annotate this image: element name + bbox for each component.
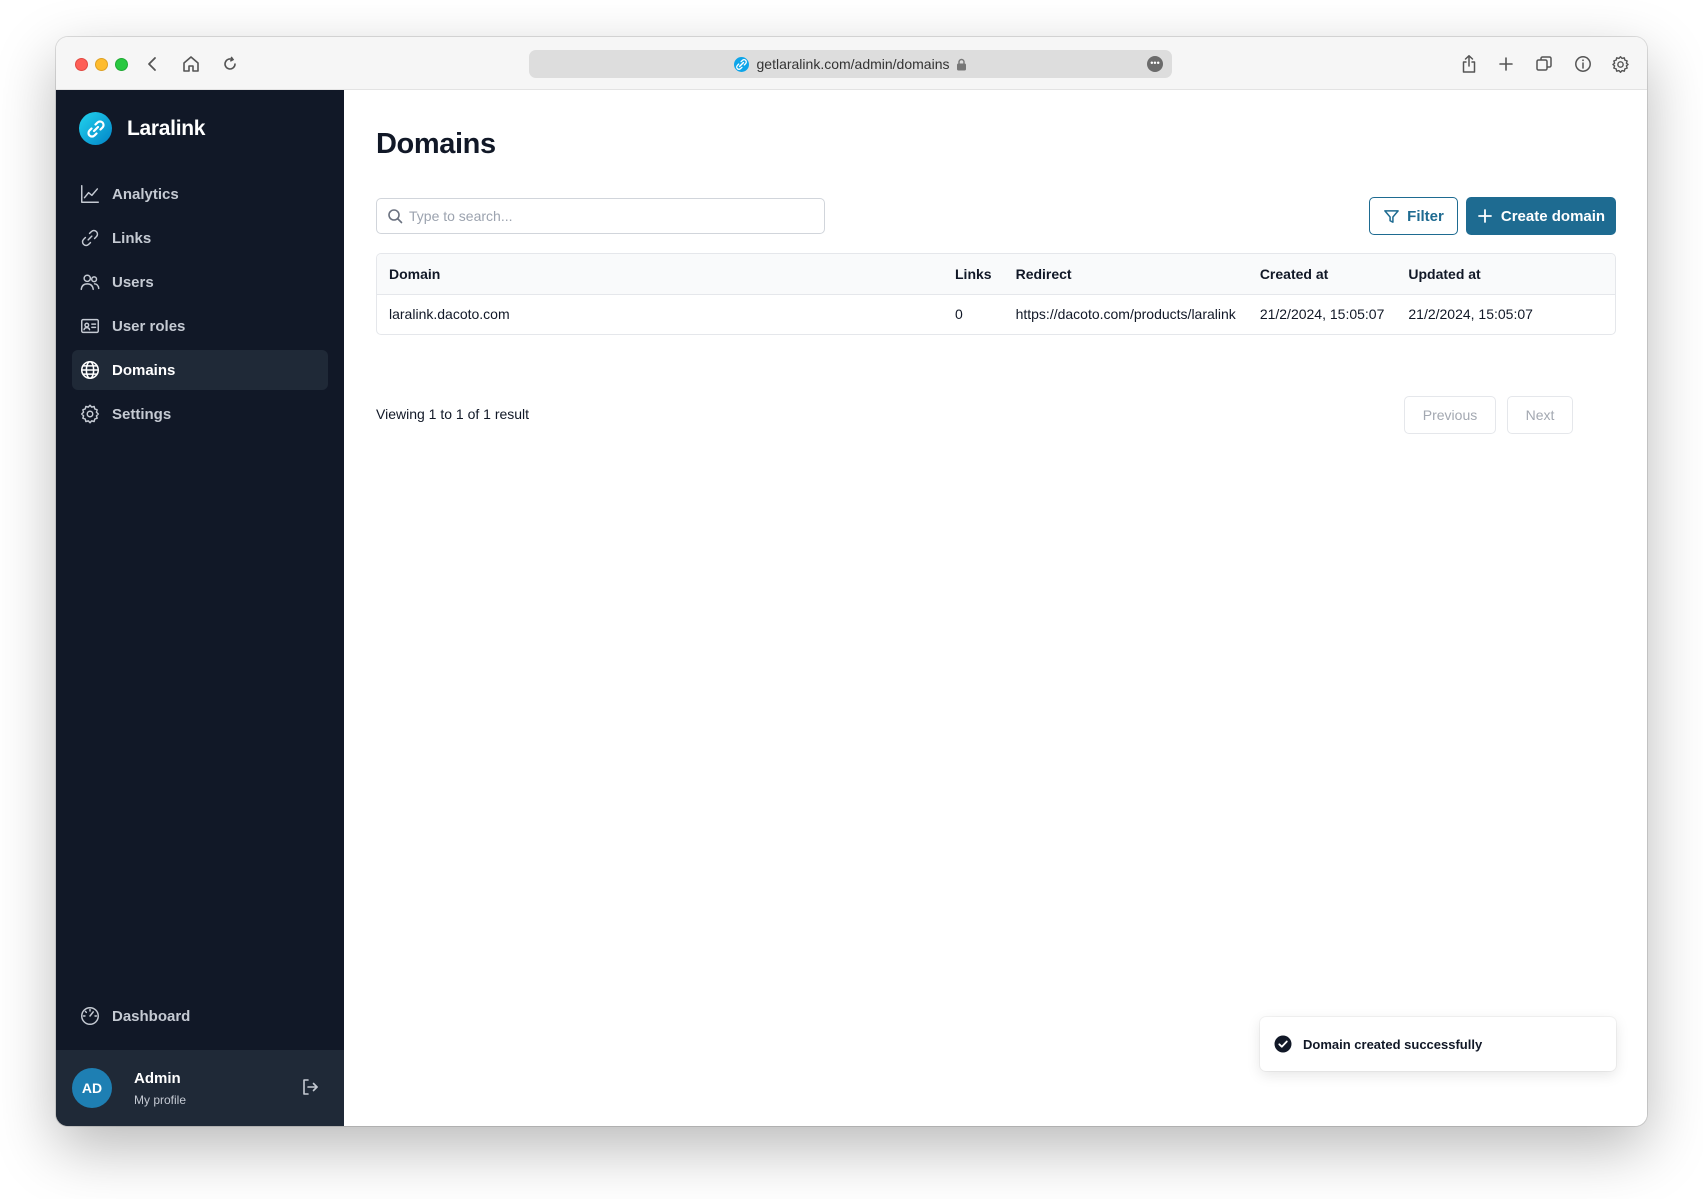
logout-icon[interactable] <box>300 1077 320 1097</box>
sidebar-item-label: Dashboard <box>112 1007 191 1025</box>
cell-redirect: https://dacoto.com/products/laralink <box>1015 306 1236 323</box>
share-icon[interactable] <box>1456 51 1482 77</box>
home-icon[interactable] <box>178 51 204 77</box>
info-icon[interactable] <box>1570 51 1596 77</box>
sidebar-item-label: Analytics <box>112 185 179 203</box>
previous-page-button[interactable]: Previous <box>1404 396 1496 434</box>
cell-updated-at: 21/2/2024, 15:05:07 <box>1408 306 1533 323</box>
sidebar: Laralink Analytics Links Users User role… <box>56 90 344 1126</box>
column-header-redirect[interactable]: Redirect <box>1004 254 1248 294</box>
page-title: Domains <box>376 128 496 160</box>
avatar: AD <box>72 1068 112 1108</box>
main-content: Domains Filter Create domain Domain Link… <box>344 90 1647 1126</box>
pagination-summary: Viewing 1 to 1 of 1 result <box>376 406 530 422</box>
lock-icon <box>957 58 967 70</box>
reload-icon[interactable] <box>217 51 243 77</box>
users-icon <box>80 274 100 291</box>
laralink-logo-icon <box>79 112 112 145</box>
toast-message: Domain created successfully <box>1303 1036 1483 1052</box>
search-input[interactable] <box>409 208 809 224</box>
sidebar-item-label: User roles <box>112 317 186 335</box>
next-page-button[interactable]: Next <box>1507 396 1573 434</box>
brand[interactable]: Laralink <box>79 112 205 145</box>
user-profile[interactable]: AD Admin My profile <box>56 1050 344 1126</box>
site-favicon-icon <box>733 56 749 72</box>
brand-name: Laralink <box>127 116 206 140</box>
sidebar-item-settings[interactable]: Settings <box>72 394 328 434</box>
sidebar-item-label: Settings <box>112 405 172 423</box>
browser-toolbar: getlaralink.com/admin/domains ••• <box>56 37 1647 90</box>
sidebar-item-label: Links <box>112 229 152 247</box>
new-tab-icon[interactable] <box>1493 51 1519 77</box>
cell-links: 0 <box>955 306 963 323</box>
chart-icon <box>81 185 99 203</box>
sidebar-item-label: Users <box>112 273 154 291</box>
sidebar-item-dashboard[interactable]: Dashboard <box>72 996 328 1036</box>
minimize-window-button[interactable] <box>95 58 108 71</box>
gear-icon <box>81 404 99 424</box>
column-header-links[interactable]: Links <box>943 254 1004 294</box>
sidebar-item-users[interactable]: Users <box>72 262 328 302</box>
profile-link[interactable]: My profile <box>134 1093 186 1107</box>
sidebar-item-user-roles[interactable]: User roles <box>72 306 328 346</box>
globe-icon <box>80 360 100 380</box>
gauge-icon <box>81 1007 99 1025</box>
domains-table: Domain Links Redirect Created at Updated… <box>376 253 1616 335</box>
search-box[interactable] <box>376 198 825 234</box>
sidebar-item-analytics[interactable]: Analytics <box>72 174 328 214</box>
tabs-icon[interactable] <box>1531 51 1557 77</box>
sidebar-item-label: Domains <box>112 361 176 379</box>
column-header-domain[interactable]: Domain <box>377 254 943 294</box>
table-row[interactable]: laralink.dacoto.com 0 https://dacoto.com… <box>377 294 1615 334</box>
profile-name: Admin <box>134 1069 181 1087</box>
create-domain-button[interactable]: Create domain <box>1466 197 1616 235</box>
maximize-window-button[interactable] <box>115 58 128 71</box>
link-icon <box>81 229 99 247</box>
id-card-icon <box>81 318 99 334</box>
sidebar-item-domains[interactable]: Domains <box>72 350 328 390</box>
filter-button[interactable]: Filter <box>1369 197 1458 235</box>
sidebar-nav: Analytics Links Users User roles Domains… <box>72 174 328 438</box>
back-icon[interactable] <box>140 51 166 77</box>
browser-window: getlaralink.com/admin/domains ••• Larali… <box>56 37 1647 1126</box>
create-domain-button-label: Create domain <box>1500 207 1606 225</box>
check-circle-icon <box>1274 1035 1292 1053</box>
plus-icon <box>1477 209 1492 223</box>
sidebar-footer-nav: Dashboard <box>72 996 328 1040</box>
more-options-icon[interactable]: ••• <box>1147 56 1163 72</box>
table-header-row: Domain Links Redirect Created at Updated… <box>377 254 1615 294</box>
gear-icon[interactable] <box>1607 51 1633 77</box>
filter-icon <box>1384 209 1400 223</box>
close-window-button[interactable] <box>75 58 88 71</box>
filter-button-label: Filter <box>1407 207 1444 225</box>
column-header-created-at[interactable]: Created at <box>1248 254 1397 294</box>
success-toast[interactable]: Domain created successfully <box>1260 1017 1616 1071</box>
search-icon <box>388 209 403 224</box>
cell-created-at: 21/2/2024, 15:05:07 <box>1259 306 1385 323</box>
column-header-updated-at[interactable]: Updated at <box>1396 254 1615 294</box>
address-url: getlaralink.com/admin/domains <box>756 56 950 72</box>
sidebar-item-links[interactable]: Links <box>72 218 328 258</box>
address-bar[interactable]: getlaralink.com/admin/domains ••• <box>529 50 1172 78</box>
cell-domain: laralink.dacoto.com <box>389 306 510 323</box>
